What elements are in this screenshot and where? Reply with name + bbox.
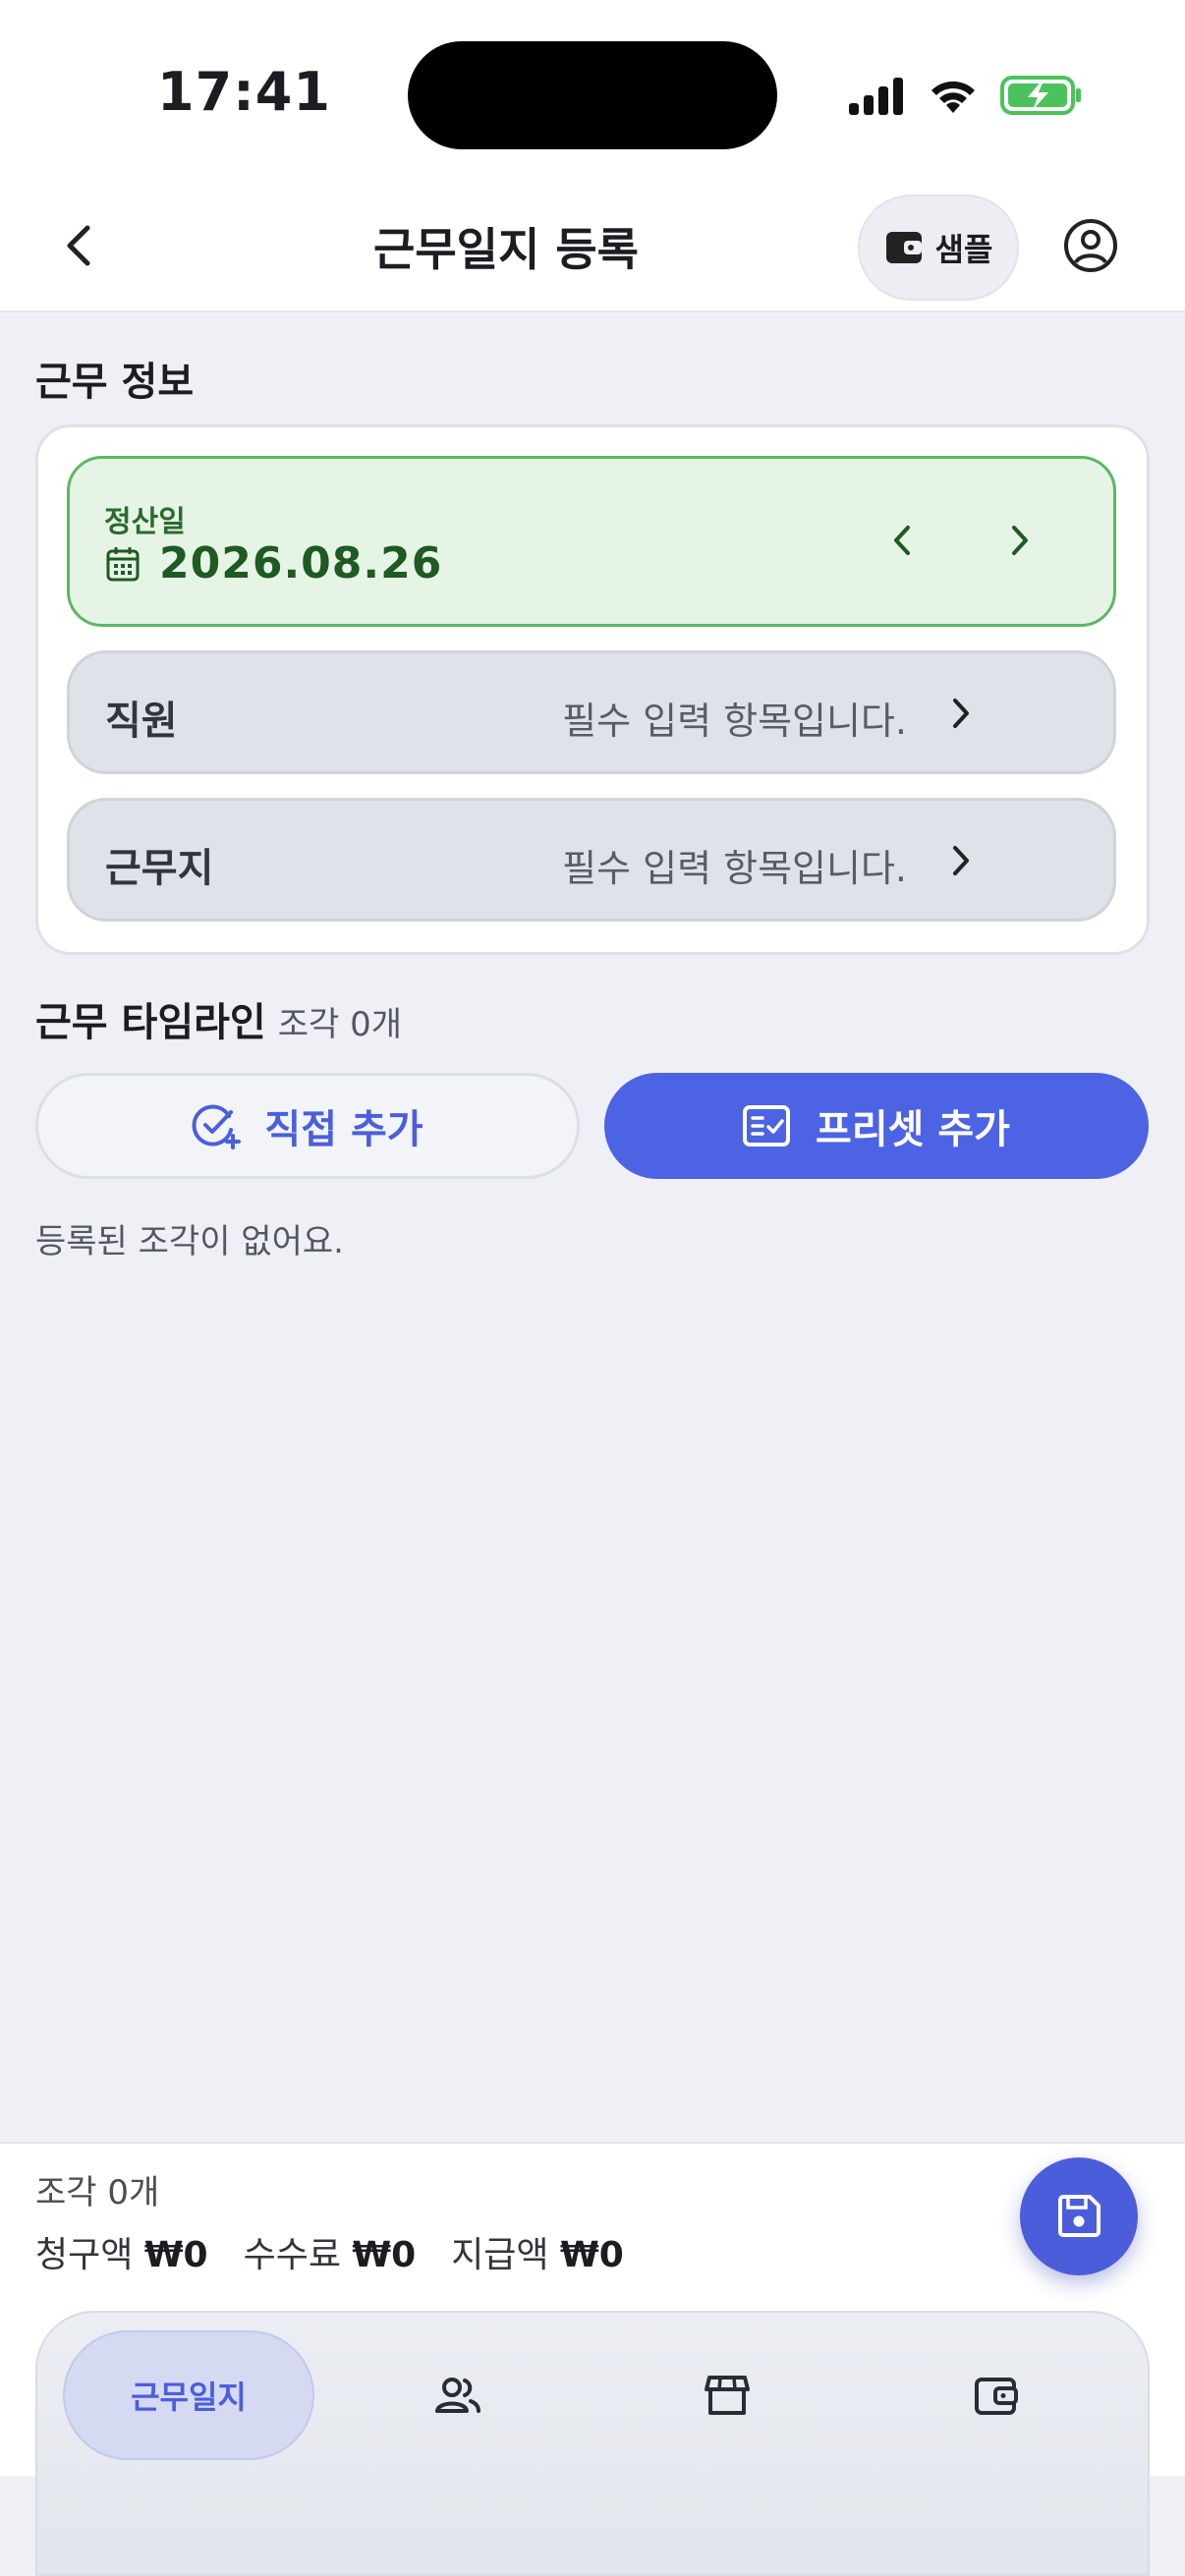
employee-field-placeholder: 필수 입력 항목입니다.	[562, 700, 907, 743]
system-icons	[847, 71, 1083, 120]
direct-add-label: 직접 추가	[264, 1107, 423, 1152]
previous-date-button[interactable]	[875, 513, 930, 568]
timeline-title: 근무 타임라인 조각 0개	[35, 990, 402, 1047]
timeline-title-text: 근무 타임라인	[35, 1000, 266, 1045]
chevron-right-icon	[1012, 526, 1028, 555]
preset-add-button[interactable]: 프리셋 추가	[604, 1073, 1149, 1179]
chevron-left-icon	[894, 526, 910, 555]
workplace-field-placeholder: 필수 입력 항목입니다.	[562, 847, 907, 890]
chevron-right-icon	[936, 836, 986, 885]
tab-workplaces[interactable]	[696, 2364, 759, 2427]
claim-label: 청구액	[35, 2235, 134, 2275]
save-icon	[1058, 2195, 1100, 2237]
workplace-field-label: 근무지	[105, 846, 214, 891]
battery-charging-icon	[1000, 76, 1081, 115]
pay-amount: 지급액 ₩0	[451, 2226, 624, 2277]
timeline-count: 조각 0개	[277, 1005, 403, 1044]
profile-button[interactable]	[1061, 216, 1120, 275]
tab-work-log-label: 근무일지	[131, 2379, 247, 2416]
cellular-signal-icon	[849, 78, 903, 115]
wallet-icon	[975, 2378, 1018, 2415]
workplace-field[interactable]: 근무지 필수 입력 항목입니다.	[67, 798, 1116, 922]
pay-value: ₩0	[560, 2235, 624, 2275]
store-icon	[705, 2376, 750, 2415]
wifi-icon	[931, 81, 975, 113]
work-info-title: 근무 정보	[35, 360, 195, 405]
summary-piece-count: 조각 0개	[35, 2173, 160, 2212]
chevron-right-icon	[936, 689, 986, 738]
header-divider	[0, 310, 1185, 312]
pay-label: 지급액	[451, 2235, 549, 2275]
claim-amount: 청구액 ₩0	[35, 2226, 208, 2277]
user-circle-icon	[1064, 219, 1117, 272]
tab-wallet[interactable]	[965, 2364, 1028, 2427]
summary-amounts: 청구액 ₩0 수수료 ₩0 지급액 ₩0	[35, 2226, 624, 2277]
calendar-icon	[106, 547, 140, 582]
employee-field-label: 직원	[105, 699, 178, 744]
wallet-icon	[885, 232, 922, 263]
checklist-icon	[743, 1105, 791, 1147]
next-date-button[interactable]	[992, 513, 1047, 568]
sample-button-label: 샘플	[934, 231, 993, 268]
fee-label: 수수료	[243, 2235, 341, 2275]
sample-button[interactable]: 샘플	[858, 195, 1019, 301]
fee-amount: 수수료 ₩0	[244, 2226, 417, 2277]
claim-value: ₩0	[143, 2235, 208, 2275]
save-button[interactable]	[1020, 2157, 1138, 2275]
settlement-date-value: 2026.08.26	[159, 538, 443, 588]
dynamic-island	[408, 41, 777, 149]
tab-employees[interactable]	[426, 2364, 489, 2427]
employee-field[interactable]: 직원 필수 입력 항목입니다.	[67, 650, 1116, 774]
empty-timeline-text: 등록된 조각이 없어요.	[35, 1222, 344, 1261]
status-time: 17:41	[157, 61, 331, 123]
preset-add-label: 프리셋 추가	[816, 1107, 1010, 1152]
users-icon	[435, 2378, 480, 2413]
check-circle-plus-icon	[192, 1104, 242, 1149]
settlement-label: 정산일	[104, 505, 186, 539]
tab-work-log[interactable]: 근무일지	[63, 2330, 314, 2460]
direct-add-button[interactable]: 직접 추가	[35, 1073, 580, 1179]
fee-value: ₩0	[352, 2235, 417, 2275]
